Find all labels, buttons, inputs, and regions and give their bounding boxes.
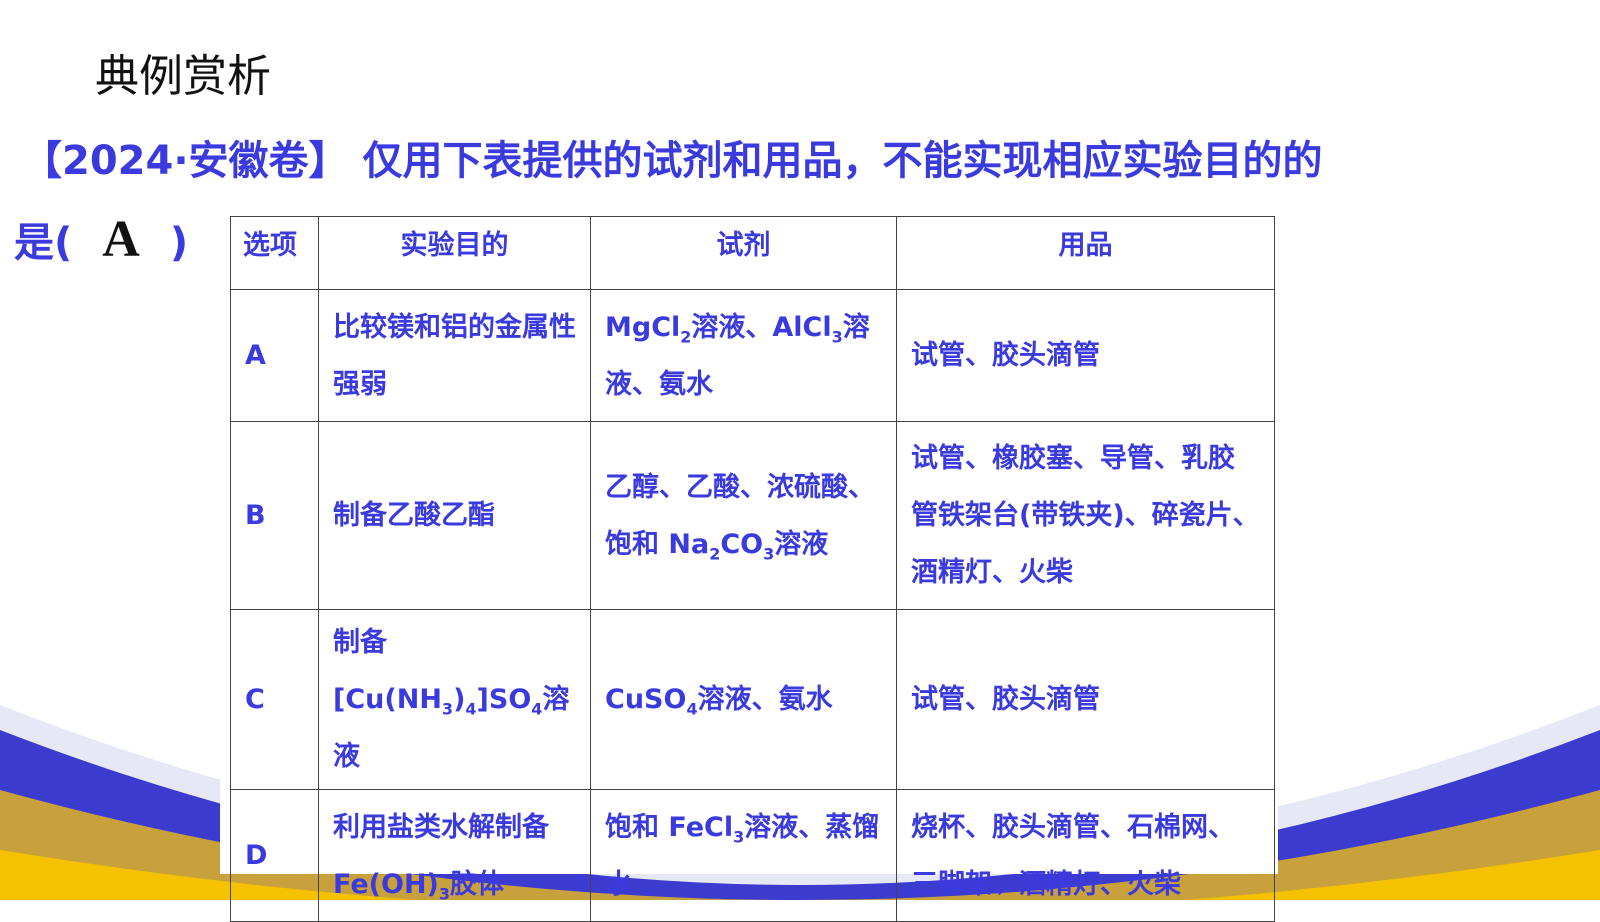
row-c-purpose: 制备[Cu(NH3)4]SO4溶液 — [318, 609, 591, 790]
row-b-reagents: 乙醇、乙酸、浓硫酸、饱和 Na2CO3溶液 — [590, 421, 897, 610]
answer-prefix: 是( — [14, 220, 73, 266]
row-d-items: 烧杯、胶头滴管、石棉网、三脚架、酒精灯、火柴 — [896, 789, 1275, 922]
answer-line: 是( A) — [14, 210, 188, 269]
experiment-table: 选项 实验目的 试剂 用品 A 比较镁和铝的金属性强弱 MgCl2溶液、AlCl… — [230, 216, 1275, 922]
page-heading: 典例赏析 — [95, 51, 271, 102]
question-body: 仅用下表提供的试剂和用品，不能实现相应实验目的的 — [348, 138, 1323, 184]
question-text: 【2024·安徽卷】 仅用下表提供的试剂和用品，不能实现相应实验目的的 — [22, 128, 1322, 186]
row-c-items: 试管、胶头滴管 — [896, 609, 1275, 790]
header-purpose: 实验目的 — [318, 216, 591, 290]
answer-suffix: ) — [169, 220, 189, 266]
table-row: A 比较镁和铝的金属性强弱 MgCl2溶液、AlCl3溶液、氨水 试管、胶头滴管 — [230, 289, 1275, 422]
row-b-option: B — [230, 421, 319, 610]
row-d-purpose: 利用盐类水解制备Fe(OH)3胶体 — [318, 789, 591, 922]
row-d-reagents: 饱和 FeCl3溶液、蒸馏水 — [590, 789, 897, 922]
row-c-reagents: CuSO4溶液、氨水 — [590, 609, 897, 790]
row-c-option: C — [230, 609, 319, 790]
row-d-option: D — [230, 789, 319, 922]
header-items: 用品 — [896, 216, 1275, 290]
table-row: B 制备乙酸乙酯 乙醇、乙酸、浓硫酸、饱和 Na2CO3溶液 试管、橡胶塞、导管… — [230, 421, 1275, 610]
row-a-items: 试管、胶头滴管 — [896, 289, 1275, 422]
table-row: C 制备[Cu(NH3)4]SO4溶液 CuSO4溶液、氨水 试管、胶头滴管 — [230, 609, 1275, 790]
row-b-items: 试管、橡胶塞、导管、乳胶管铁架台(带铁夹)、碎瓷片、酒精灯、火柴 — [896, 421, 1275, 610]
row-b-purpose: 制备乙酸乙酯 — [318, 421, 591, 610]
header-option: 选项 — [230, 216, 319, 290]
question-source: 【2024·安徽卷】 — [22, 138, 349, 184]
row-a-purpose: 比较镁和铝的金属性强弱 — [318, 289, 591, 422]
row-a-reagents: MgCl2溶液、AlCl3溶液、氨水 — [590, 289, 897, 422]
row-a-option: A — [230, 289, 319, 422]
answer-letter: A — [102, 211, 140, 268]
table-header-row: 选项 实验目的 试剂 用品 — [230, 216, 1275, 290]
table-row: D 利用盐类水解制备Fe(OH)3胶体 饱和 FeCl3溶液、蒸馏水 烧杯、胶头… — [230, 789, 1275, 922]
header-reagents: 试剂 — [590, 216, 897, 290]
